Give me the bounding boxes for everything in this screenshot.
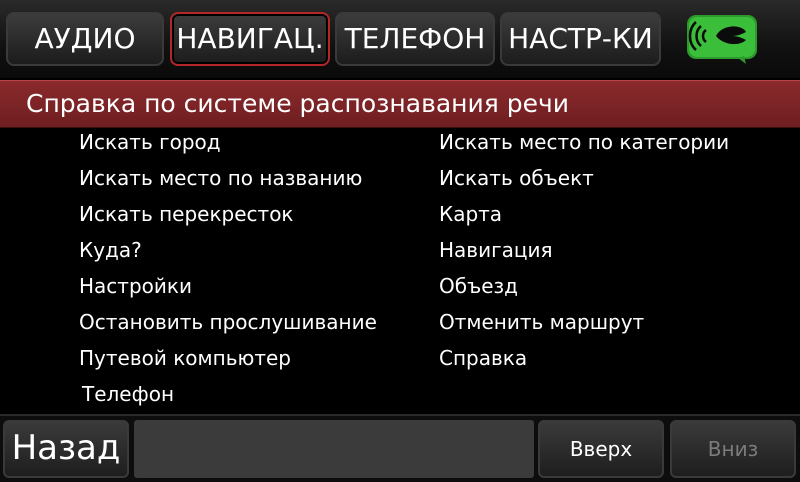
empty-button-area [134,420,534,478]
top-tab-bar: АУДИО НАВИГАЦ. ТЕЛЕФОН НАСТР-КИ [0,0,800,78]
command-item: Отменить маршрут [439,310,645,334]
command-item: Куда? [79,238,142,262]
tab-settings[interactable]: НАСТР-КИ [500,12,661,66]
scroll-up-button[interactable]: Вверх [538,420,664,478]
command-item: Искать место по категории [439,130,730,154]
tab-phone[interactable]: ТЕЛЕФОН [335,12,495,66]
command-item: Справка [439,346,528,370]
page-title: Справка по системе распознавания речи [26,89,569,118]
command-item: Искать перекресток [79,202,294,226]
command-item: Настройки [79,274,192,298]
bottom-button-bar: Назад Вверх Вниз [0,414,800,482]
command-item: Искать место по названию [79,166,363,190]
command-item: Путевой компьютер [79,346,291,370]
command-item: Объезд [439,274,518,298]
tab-audio[interactable]: АУДИО [6,12,164,66]
command-item: Навигация [439,238,553,262]
command-item: Искать город [79,130,221,154]
voice-speech-icon [687,15,757,64]
page-title-bar: Справка по системе распознавания речи [0,80,800,128]
command-item: Карта [439,202,503,226]
command-item: Искать объект [439,166,594,190]
back-button[interactable]: Назад [3,420,129,478]
tab-navigation[interactable]: НАВИГАЦ. [170,12,330,66]
command-item: Остановить прослушивание [79,310,377,334]
commands-right-column: Искать место по категории Искать объект … [439,124,729,376]
voice-command-button[interactable] [686,14,758,64]
scroll-down-button[interactable]: Вниз [670,420,796,478]
command-item: Телефон [82,382,175,406]
commands-left-column: Искать город Искать место по названию Ис… [79,124,377,412]
